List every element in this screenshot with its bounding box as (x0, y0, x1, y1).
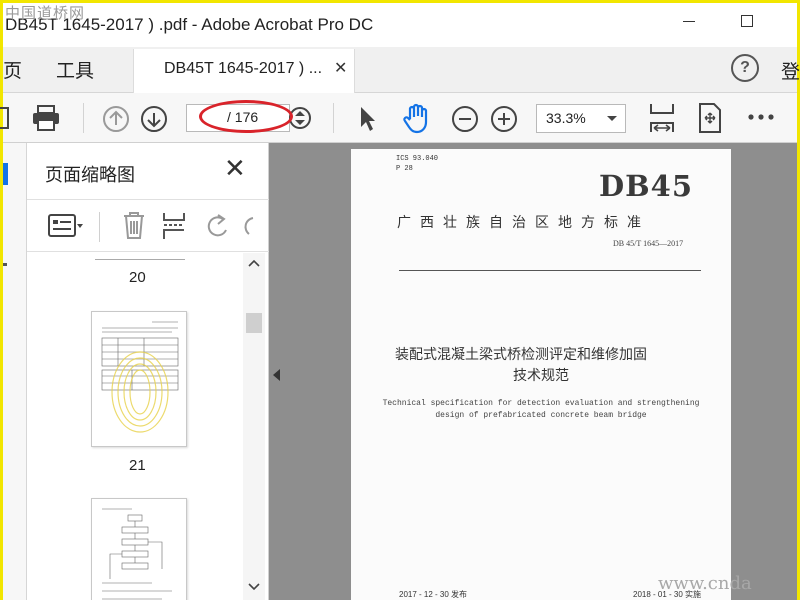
doc-p: P 28 (396, 165, 413, 173)
thumbnail-page[interactable] (91, 498, 187, 600)
rotate-icon[interactable] (241, 212, 255, 240)
thumbnail-page (95, 259, 185, 260)
doc-code: DB45 (599, 169, 694, 203)
doc-title-line1: 装配式混凝土梁式桥检测评定和维修加固 (395, 346, 647, 362)
thumbnails-panel: 页面缩略图 ✕ 20 21 (27, 143, 269, 600)
more-icon[interactable] (746, 111, 776, 123)
thumbnail-page-number: 20 (129, 269, 146, 286)
chevron-down-icon (607, 116, 617, 121)
thumbnails-icon[interactable] (3, 163, 8, 185)
fit-page-icon[interactable] (648, 101, 676, 135)
zoom-value: 33.3% (546, 110, 586, 126)
watermark-bottom: www.cnda (658, 573, 752, 594)
minimize-button[interactable] (683, 21, 695, 22)
select-arrow-icon[interactable] (358, 105, 378, 133)
title-bar: DB45T 1645-2017 ) .pdf - Adobe Acrobat P… (3, 3, 797, 47)
print-icon[interactable] (31, 104, 61, 132)
thumbnail-preview (102, 508, 172, 600)
doc-title-line2: 技术规范 (513, 367, 569, 383)
toolbar-divider (333, 103, 334, 133)
chevron-down-icon[interactable] (248, 583, 260, 591)
insert-page-icon[interactable] (161, 210, 187, 242)
help-icon[interactable]: ? (731, 54, 759, 82)
full-screen-icon[interactable] (697, 102, 723, 134)
hand-tool-icon[interactable] (401, 102, 433, 134)
sign-in-button[interactable]: 登 (781, 57, 800, 84)
page-down-icon[interactable] (140, 105, 168, 133)
scrollbar-thumb[interactable] (246, 313, 262, 333)
panel-title: 页面缩略图 (45, 165, 135, 185)
doc-english-title-line2: design of prefabricated concrete beam br… (435, 411, 647, 420)
thumbnail-preview (101, 321, 179, 433)
rail-marker (3, 263, 7, 266)
doc-divider (399, 270, 701, 271)
panel-divider (99, 212, 100, 242)
chevron-up-icon[interactable] (248, 259, 260, 267)
zoom-in-icon[interactable] (490, 105, 518, 133)
tab-tools[interactable]: 工具 (56, 56, 94, 83)
toolbar-divider (83, 103, 84, 133)
delete-icon[interactable] (121, 210, 147, 240)
annotation-ellipse (199, 100, 293, 133)
panel-toolbar (27, 199, 269, 252)
doc-issue-date: 2017 - 12 - 30 发布 (399, 590, 468, 599)
left-nav-rail (3, 143, 27, 600)
zoom-out-icon[interactable] (451, 105, 479, 133)
pdf-page: ICS 93.040 P 28 DB45 广西壮族自治区地方标准 DB 45/T… (351, 149, 731, 600)
collapse-panel-icon[interactable] (273, 369, 280, 381)
tab-home[interactable]: 页 (3, 56, 22, 83)
thumbnail-scrollbar[interactable] (243, 253, 265, 600)
close-icon[interactable]: ✕ (224, 155, 246, 181)
doc-standard-number: DB 45/T 1645—2017 (613, 239, 684, 248)
thumbnail-page-number: 21 (129, 457, 146, 474)
toolbar: / 176 33.3% (0, 93, 797, 143)
watermark-top: 中国道桥网 (5, 4, 86, 22)
document-view[interactable]: ICS 93.040 P 28 DB45 广西壮族自治区地方标准 DB 45/T… (269, 143, 797, 600)
rotate-icon[interactable] (203, 212, 233, 240)
page-up-icon[interactable] (102, 105, 130, 133)
zoom-select[interactable]: 33.3% (536, 104, 626, 133)
close-icon[interactable]: ✕ (334, 58, 347, 78)
doc-english-title-line1: Technical specification for detection ev… (382, 399, 700, 408)
thumbnail-page[interactable] (91, 311, 187, 447)
tab-bar: 页 工具 DB45T 1645-2017 ) ... ✕ ? 登 (3, 47, 800, 93)
save-icon[interactable] (0, 105, 11, 131)
maximize-button[interactable] (741, 15, 753, 27)
doc-ics: ICS 93.040 (396, 155, 439, 163)
document-tab-label: DB45T 1645-2017 ) ... (164, 60, 323, 77)
doc-standard-name: 广西壮族自治区地方标准 (397, 214, 650, 230)
thumbnail-list: 20 21 (27, 253, 243, 600)
options-icon[interactable] (47, 212, 85, 240)
tab-document[interactable]: DB45T 1645-2017 ) ... ✕ (133, 49, 355, 93)
